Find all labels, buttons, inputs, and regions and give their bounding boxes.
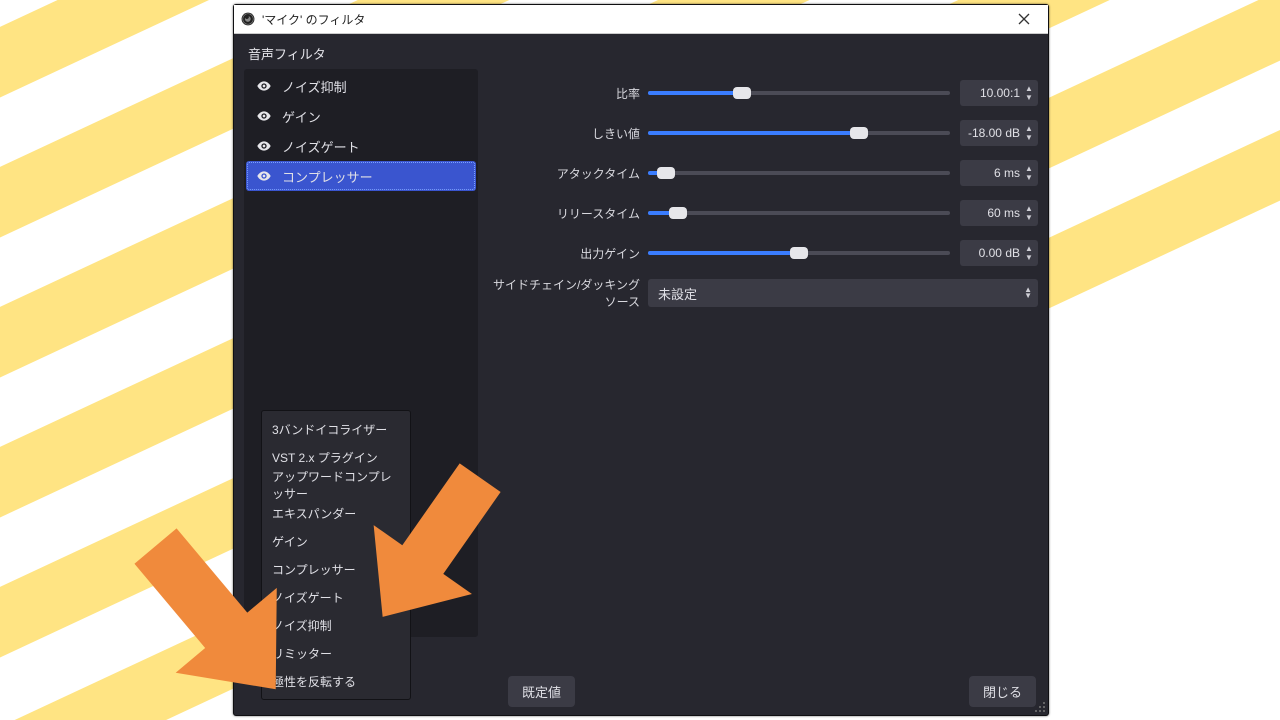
- filter-item[interactable]: コンプレッサー: [246, 161, 476, 191]
- spin-release[interactable]: 60 ms ▲▼: [960, 200, 1038, 226]
- prop-row-ratio: 比率 10.00:1 ▲▼: [488, 73, 1038, 113]
- arrow-annotation-2: [95, 495, 315, 715]
- visibility-toggle[interactable]: [252, 138, 276, 154]
- stepper-outgain[interactable]: ▲▼: [1022, 242, 1036, 264]
- label-release: リリースタイム: [488, 205, 648, 222]
- prop-row-release: リリースタイム 60 ms ▲▼: [488, 193, 1038, 233]
- close-window-button[interactable]: [1004, 6, 1044, 32]
- slider-outgain[interactable]: [648, 243, 950, 263]
- spin-ratio[interactable]: 10.00:1 ▲▼: [960, 80, 1038, 106]
- value-sidechain: 未設定: [658, 284, 697, 303]
- prop-row-outgain: 出力ゲイン 0.00 dB ▲▼: [488, 233, 1038, 273]
- spin-attack[interactable]: 6 ms ▲▼: [960, 160, 1038, 186]
- label-ratio: 比率: [488, 85, 648, 102]
- label-attack: アタックタイム: [488, 165, 648, 182]
- eye-icon: [256, 108, 272, 124]
- obs-icon: [240, 11, 256, 27]
- visibility-toggle[interactable]: [252, 168, 276, 184]
- slider-threshold[interactable]: [648, 123, 950, 143]
- slider-attack[interactable]: [648, 163, 950, 183]
- stepper-ratio[interactable]: ▲▼: [1022, 82, 1036, 104]
- resize-grip-icon[interactable]: [1034, 701, 1046, 713]
- filter-item[interactable]: ノイズ抑制: [246, 71, 476, 101]
- eye-icon: [256, 168, 272, 184]
- filter-name: ノイズゲート: [276, 137, 360, 156]
- eye-icon: [256, 138, 272, 154]
- arrow-annotation-1: [340, 435, 540, 635]
- prop-row-threshold: しきい値 -18.00 dB ▲▼: [488, 113, 1038, 153]
- slider-release[interactable]: [648, 203, 950, 223]
- section-label: 音声フィルタ: [234, 34, 1048, 69]
- visibility-toggle[interactable]: [252, 108, 276, 124]
- eye-icon: [256, 78, 272, 94]
- prop-row-sidechain: サイドチェイン/ダッキングソース 未設定 ▲▼: [488, 273, 1038, 313]
- select-sidechain[interactable]: 未設定 ▲▼: [648, 279, 1038, 307]
- stepper-release[interactable]: ▲▼: [1022, 202, 1036, 224]
- window-title: 'マイク' のフィルタ: [262, 11, 1004, 28]
- stepper-attack[interactable]: ▲▼: [1022, 162, 1036, 184]
- titlebar: 'マイク' のフィルタ: [234, 5, 1048, 34]
- filter-name: ゲイン: [276, 107, 321, 126]
- close-button[interactable]: 閉じる: [969, 676, 1036, 707]
- label-outgain: 出力ゲイン: [488, 245, 648, 262]
- visibility-toggle[interactable]: [252, 78, 276, 94]
- filter-name: コンプレッサー: [276, 167, 373, 186]
- filter-properties-panel: 比率 10.00:1 ▲▼ しきい値: [488, 69, 1038, 667]
- spin-outgain[interactable]: 0.00 dB ▲▼: [960, 240, 1038, 266]
- label-threshold: しきい値: [488, 125, 648, 142]
- close-icon: [1018, 13, 1030, 25]
- filter-name: ノイズ抑制: [276, 77, 347, 96]
- stepper-threshold[interactable]: ▲▼: [1022, 122, 1036, 144]
- defaults-button[interactable]: 既定値: [508, 676, 575, 707]
- filter-item[interactable]: ノイズゲート: [246, 131, 476, 161]
- chevron-updown-icon: ▲▼: [1024, 287, 1032, 299]
- label-sidechain: サイドチェイン/ダッキングソース: [488, 276, 648, 310]
- spin-threshold[interactable]: -18.00 dB ▲▼: [960, 120, 1038, 146]
- slider-ratio[interactable]: [648, 83, 950, 103]
- filter-item[interactable]: ゲイン: [246, 101, 476, 131]
- prop-row-attack: アタックタイム 6 ms ▲▼: [488, 153, 1038, 193]
